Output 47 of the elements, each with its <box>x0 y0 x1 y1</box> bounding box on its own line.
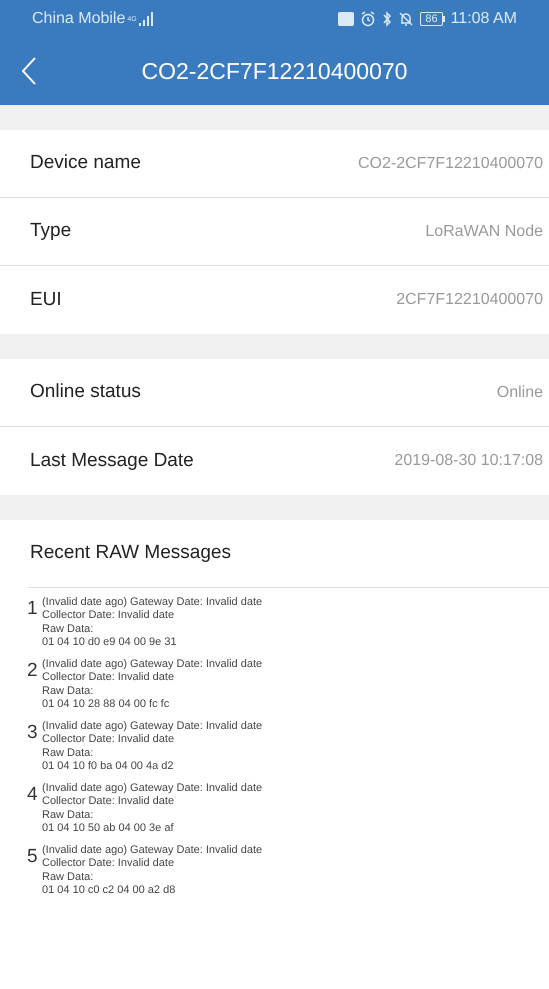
message-text: 01 04 10 28 88 04 00 fc fc <box>42 698 170 710</box>
back-button[interactable] <box>22 57 36 85</box>
battery-tip-icon <box>442 16 445 22</box>
signal-icon <box>138 12 153 26</box>
message-number: 5 <box>27 846 38 869</box>
field-value: CO2-2CF7F12210400070 <box>358 154 543 174</box>
message-text: 01 04 10 c0 c2 04 00 a2 d8 <box>42 884 176 896</box>
bell-muted-icon <box>398 10 414 26</box>
field-label: Device name <box>30 151 141 176</box>
section-title: Recent RAW Messages <box>30 541 231 566</box>
field-value: LoRaWAN Node <box>425 222 543 242</box>
field-value: Online <box>496 382 543 402</box>
message-text: Raw Data: <box>42 809 94 822</box>
message-text: Collector Date: Invalid date <box>42 608 176 621</box>
message-text: 01 04 10 f0 ba 04 00 4a d2 <box>42 760 175 772</box>
message-number: 4 <box>27 784 38 807</box>
message-text: Raw Data: <box>42 623 94 636</box>
message-text: (Invalid date ago) Gateway Date: Invalid date <box>42 658 262 670</box>
message-text: Raw Data: <box>42 685 94 698</box>
message-text: Raw Data: <box>42 747 94 760</box>
message-text: Collector Date: Invalid date <box>42 856 176 869</box>
field-value: 2CF7F12210400070 <box>396 290 543 310</box>
message-text: Collector Date: Invalid date <box>42 670 176 683</box>
field-label: Last Message Date <box>30 448 194 473</box>
chevron-left-icon <box>22 57 36 85</box>
message-number: 1 <box>27 598 38 621</box>
message-text: Collector Date: Invalid date <box>42 794 176 807</box>
message-text: (Invalid date ago) Gateway Date: Invalid date <box>42 782 262 794</box>
message-text: 01 04 10 50 ab 04 00 3e af <box>42 822 175 834</box>
clock-time: 11:08 AM <box>450 8 517 28</box>
message-text: (Invalid date ago) Gateway Date: Invalid date <box>42 596 262 608</box>
field-value: 2019-08-30 10:17:08 <box>394 451 543 471</box>
carrier-name: China Mobile <box>32 8 126 28</box>
message-number: 2 <box>27 660 38 683</box>
bluetooth-icon <box>382 10 392 26</box>
message-text: (Invalid date ago) Gateway Date: Invalid date <box>42 844 262 856</box>
battery-level: 86 <box>420 12 443 26</box>
message-text: 01 04 10 d0 e9 04 00 9e 31 <box>42 636 178 648</box>
field-label: Type <box>30 219 72 244</box>
alarm-clock-icon <box>360 10 376 26</box>
message-text: Raw Data: <box>42 871 94 884</box>
message-text: (Invalid date ago) Gateway Date: Invalid date <box>42 720 262 732</box>
message-text: Collector Date: Invalid date <box>42 732 176 745</box>
field-label: Online status <box>30 380 141 404</box>
page-title: CO2-2CF7F12210400070 <box>142 56 408 86</box>
message-number: 3 <box>27 722 38 745</box>
field-label: EUI <box>30 288 62 312</box>
